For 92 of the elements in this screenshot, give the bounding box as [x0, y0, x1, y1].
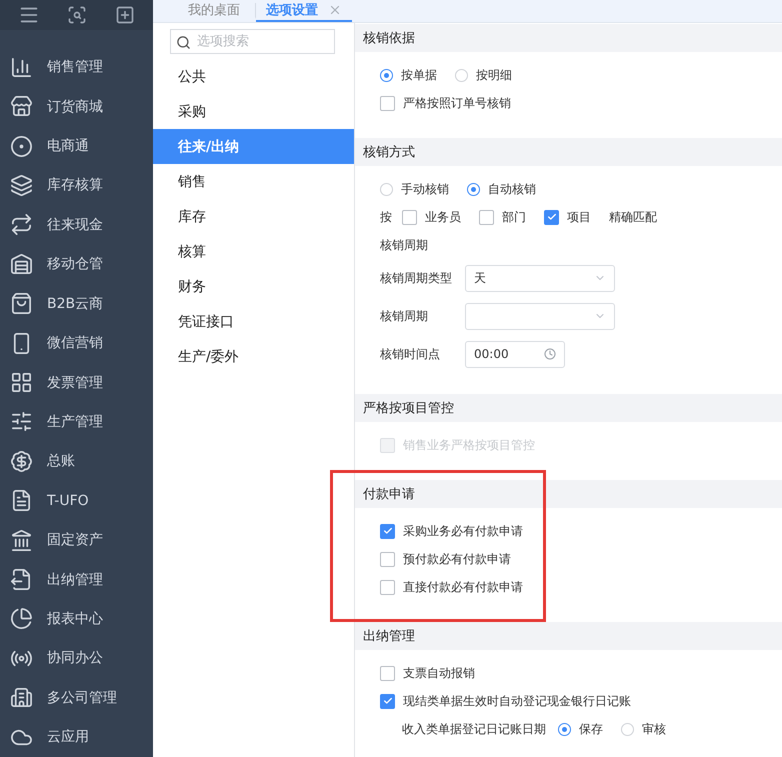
pie-chart-icon	[10, 607, 33, 630]
checkbox[interactable]	[380, 552, 395, 566]
search-icon[interactable]	[67, 4, 88, 25]
warehouse-icon	[10, 252, 33, 276]
circle-icon	[10, 134, 33, 158]
radio-button[interactable]	[558, 722, 571, 736]
checkbox[interactable]	[380, 524, 395, 538]
select-field[interactable]: 天	[465, 264, 615, 292]
sidebar-item[interactable]: 出纳管理	[0, 560, 153, 600]
close-icon[interactable]	[328, 3, 342, 17]
nav-item[interactable]: 财务	[153, 269, 354, 304]
option-label: 项目	[567, 208, 591, 226]
sidebar-item[interactable]: 电商通	[0, 126, 153, 166]
option-label: 保存	[579, 720, 603, 738]
section-header: 付款申请	[355, 480, 782, 508]
dollar-icon	[10, 450, 33, 473]
bag-icon	[10, 292, 33, 316]
sidebar-item[interactable]: B2B云商	[0, 284, 153, 324]
radio-button[interactable]	[467, 182, 480, 196]
section-header: 核销方式	[355, 138, 782, 166]
nav-item[interactable]: 采购	[153, 94, 354, 129]
option-label: 审核	[642, 720, 666, 738]
option-label: 按单据	[401, 66, 437, 84]
sidebar-item[interactable]: 订货商城	[0, 86, 153, 126]
field-label: 核销时间点	[380, 346, 441, 362]
option-label: 按明细	[476, 66, 512, 84]
field-label: 核销周期	[380, 236, 428, 254]
layers-icon	[10, 174, 33, 197]
sidebar-item[interactable]: 微信营销	[0, 323, 153, 363]
sidebar-item[interactable]: 移动仓管	[0, 244, 153, 284]
checkbox[interactable]	[479, 210, 494, 224]
option-label: 手动核销	[401, 180, 449, 198]
sidebar-item[interactable]: 报表中心	[0, 599, 153, 639]
option-label: 业务员	[425, 208, 461, 226]
check-icon	[546, 212, 556, 222]
field-label: 核销周期	[380, 308, 429, 324]
sidebar-item[interactable]: 多公司管理	[0, 678, 153, 718]
sidebar-item[interactable]: 固定资产	[0, 520, 153, 560]
option-label: 严格按照订单号核销	[403, 94, 511, 112]
repeat-icon	[10, 213, 33, 236]
nav-item[interactable]: 凭证接口	[153, 304, 354, 339]
option-label: 直接付款必有付款申请	[403, 578, 523, 596]
select-field[interactable]	[465, 302, 615, 330]
option-label: 按	[380, 208, 392, 226]
section-header: 核销依据	[355, 24, 782, 52]
bank-icon	[10, 528, 33, 552]
sidebar-item[interactable]: 云应用	[0, 717, 153, 757]
field-label: 核销周期类型	[380, 270, 453, 286]
add-icon[interactable]	[115, 4, 136, 25]
check-icon	[382, 526, 392, 536]
radio-button[interactable]	[380, 68, 393, 82]
sidebar-item[interactable]: 生产管理	[0, 402, 153, 442]
check-icon	[382, 696, 392, 706]
option-label: 精确匹配	[609, 208, 657, 226]
time-field[interactable]: 00:00	[465, 340, 565, 368]
sidebar-item[interactable]: 销售管理	[0, 48, 153, 87]
building-icon	[10, 686, 33, 710]
nav-item[interactable]: 生产/委外	[153, 339, 354, 374]
document-icon	[10, 489, 33, 512]
option-label: 预付款必有付款申请	[403, 550, 511, 568]
option-label: 支票自动报销	[403, 664, 475, 682]
clock-icon	[544, 348, 556, 360]
sidebar-item[interactable]: 总账	[0, 442, 153, 482]
field-label: 收入类单据登记日记账日期	[402, 720, 546, 738]
option-label: 现结类单据生效时自动登记现金银行日记账	[403, 692, 631, 710]
nav-item[interactable]: 销售	[153, 164, 354, 199]
sidebar-item[interactable]: T-UFO	[0, 481, 153, 520]
sliders-icon	[10, 410, 33, 434]
checkbox[interactable]	[380, 96, 395, 110]
grid-icon	[10, 371, 33, 394]
option-label: 自动核销	[488, 180, 536, 198]
sidebar-item[interactable]: 往来现金	[0, 205, 153, 245]
nav-item[interactable]: 核算	[153, 234, 354, 269]
option-label: 销售业务严格按项目管控	[403, 436, 535, 454]
nav-item[interactable]: 库存	[153, 199, 354, 234]
checkbox[interactable]	[380, 666, 395, 680]
checkbox[interactable]	[380, 694, 395, 708]
store-icon	[10, 95, 33, 118]
document-arrow-icon	[10, 568, 33, 592]
nav-item[interactable]: 公共	[153, 59, 354, 94]
sidebar-item[interactable]: 协同办公	[0, 638, 153, 678]
section-header: 出纳管理	[355, 622, 782, 650]
section-header: 严格按项目管控	[355, 394, 782, 422]
checkbox[interactable]	[380, 580, 395, 594]
option-label: 部门	[502, 208, 526, 226]
checkbox[interactable]	[544, 210, 559, 224]
sidebar-item[interactable]: 发票管理	[0, 362, 153, 402]
option-label: 采购业务必有付款申请	[403, 522, 523, 540]
sidebar-item[interactable]: 库存核算	[0, 166, 153, 206]
bar-chart-icon	[10, 56, 33, 79]
search-field[interactable]: 选项搜索	[170, 29, 335, 54]
checkbox[interactable]	[402, 210, 417, 224]
